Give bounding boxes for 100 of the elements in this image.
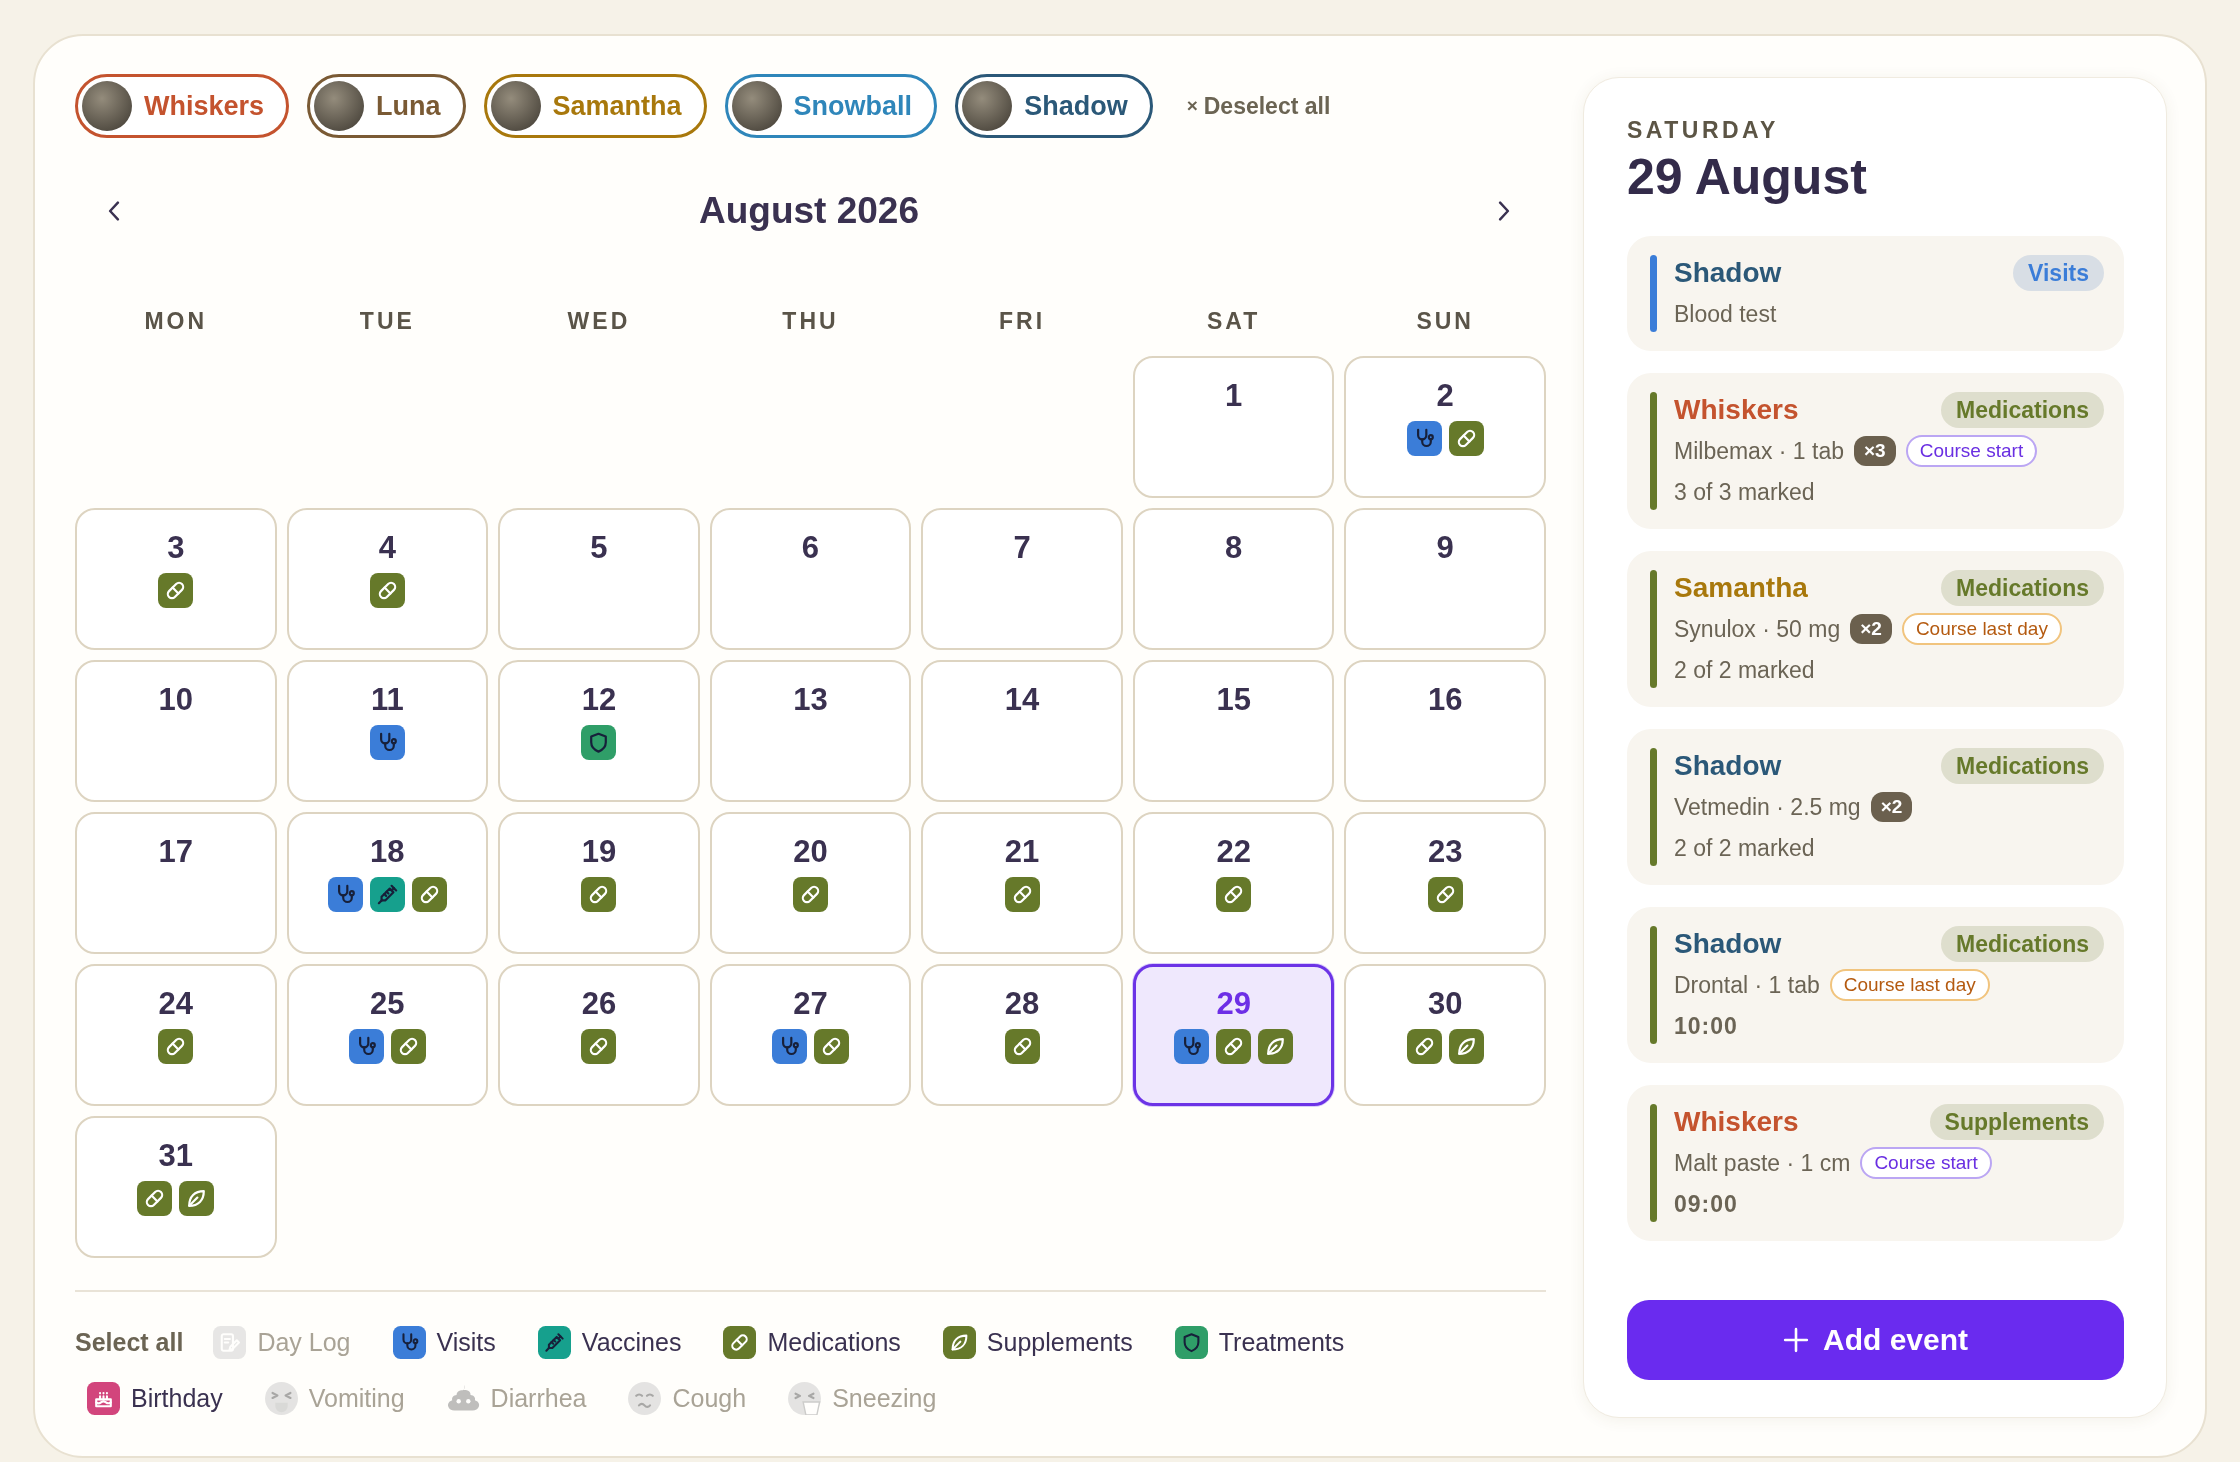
face-with-tissue-icon: [788, 1382, 822, 1415]
progress-text: 2 of 2 marked: [1674, 834, 1815, 863]
calendar-day[interactable]: 10: [75, 660, 277, 802]
calendar-day[interactable]: 14: [921, 660, 1123, 802]
pet-filter-chip[interactable]: Luna: [307, 74, 466, 138]
photo-placeholder: [490, 81, 541, 131]
category-tag: Supplements: [1929, 1104, 2104, 1140]
pill-icon: [1406, 1029, 1442, 1064]
calendar-day[interactable]: 13: [709, 660, 912, 802]
event-card[interactable]: Shadow Medications Vetmedin · 2.5 mg ×2 2 of 2 marked: [1627, 729, 2124, 885]
event-card[interactable]: Whiskers Medications Milbemax · 1 tab ×3 Course start 3 of 3 marked: [1627, 373, 2124, 529]
calendar-day[interactable]: 21: [921, 812, 1123, 954]
calendar-day[interactable]: 28: [921, 964, 1123, 1106]
calendar-day[interactable]: 7: [921, 508, 1123, 650]
calendar-day[interactable]: 8: [1132, 508, 1335, 650]
deselect-all-button[interactable]: × Deselect all: [1184, 86, 1333, 126]
chevron-right-icon: [1498, 201, 1510, 221]
weekday-heading: SATURDAY: [1627, 116, 1779, 144]
calendar-day[interactable]: 2: [1344, 356, 1546, 498]
calendar-day[interactable]: 6: [709, 508, 912, 650]
category-filter[interactable]: Treatments: [1162, 1320, 1357, 1365]
calendar-day[interactable]: 16: [1344, 660, 1546, 802]
category-filter[interactable]: Medications: [711, 1320, 913, 1365]
calendar-day[interactable]: 4: [286, 508, 489, 650]
course-status-tag: Course last day: [1901, 613, 2062, 645]
event-detail-text: Malt paste · 1 cm: [1674, 1149, 1851, 1177]
photo-placeholder: [962, 81, 1013, 131]
calendar-day[interactable]: 11: [286, 660, 489, 802]
wavy-mouth-face-icon: [628, 1382, 662, 1415]
course-status-tag: Course last day: [1829, 969, 1990, 1001]
calendar-day[interactable]: 15: [1132, 660, 1335, 802]
calendar-day[interactable]: 24: [75, 964, 277, 1106]
stethoscope-icon: [1406, 421, 1442, 456]
calendar-day[interactable]: 23: [1344, 812, 1546, 954]
category-tag: Medications: [1941, 392, 2104, 428]
weekday-label: WED: [567, 307, 631, 335]
pet-filter-chip[interactable]: Whiskers: [75, 74, 290, 138]
weekday-label: SAT: [1207, 307, 1261, 335]
pet-name: Shadow: [1674, 928, 1782, 960]
event-detail-text: Drontal · 1 tab: [1674, 971, 1820, 999]
category-filter[interactable]: Visits: [380, 1320, 508, 1365]
event-detail-text: Milbemax · 1 tab: [1674, 437, 1844, 465]
calendar-day[interactable]: 27: [709, 964, 912, 1106]
pet-name: Whiskers: [1674, 394, 1799, 426]
category-tag: Visits: [2013, 255, 2104, 291]
calendar-day[interactable]: 20: [709, 812, 912, 954]
event-card[interactable]: Shadow Visits Blood test: [1627, 236, 2124, 351]
dose-count-badge: ×2: [1850, 614, 1892, 644]
pill-icon: [814, 1029, 849, 1064]
category-tag: Medications: [1941, 570, 2104, 606]
pill-icon: [158, 1029, 194, 1064]
calendar-day[interactable]: 1: [1132, 356, 1335, 498]
category-filter[interactable]: Birthday: [75, 1376, 235, 1421]
calendar-day[interactable]: 25: [286, 964, 489, 1106]
add-event-button[interactable]: Add event: [1627, 1300, 2124, 1380]
pet-filter-chip[interactable]: Samantha: [483, 74, 707, 138]
plus-icon: [1783, 1327, 1809, 1353]
select-all-button[interactable]: Select all: [75, 1322, 184, 1363]
pill-icon: [581, 1029, 617, 1064]
pet-filter-chip[interactable]: Shadow: [955, 74, 1153, 138]
time-text: 10:00: [1674, 1012, 1738, 1041]
pet-filter-chip[interactable]: Snowball: [724, 74, 938, 138]
pet-name: Whiskers: [1674, 1106, 1799, 1138]
calendar-day[interactable]: 5: [498, 508, 700, 650]
shield-icon: [581, 725, 617, 760]
progress-text: 2 of 2 marked: [1674, 656, 1815, 685]
syringe-icon: [369, 877, 405, 912]
pill-icon: [390, 1029, 426, 1064]
calendar-day[interactable]: 18: [286, 812, 489, 954]
stethoscope-icon: [327, 877, 363, 912]
stethoscope-icon: [772, 1029, 807, 1064]
course-status-tag: Course start: [1905, 435, 2038, 467]
calendar-day[interactable]: 9: [1344, 508, 1546, 650]
event-detail-text: Synulox · 50 mg: [1674, 615, 1841, 643]
dose-count-badge: ×3: [1854, 436, 1896, 466]
stethoscope-icon: [369, 725, 405, 760]
calendar-day[interactable]: 3: [75, 508, 277, 650]
event-card[interactable]: Shadow Medications Drontal · 1 tab Course last day 10:00: [1627, 907, 2124, 1063]
pill-icon: [369, 573, 405, 608]
calendar-day[interactable]: 30: [1344, 964, 1546, 1106]
event-detail-text: Blood test: [1674, 300, 1777, 328]
calendar-day[interactable]: 19: [498, 812, 700, 954]
category-filter[interactable]: Vaccines: [525, 1320, 694, 1365]
event-detail-text: Vetmedin · 2.5 mg: [1674, 793, 1861, 821]
calendar-day[interactable]: 29: [1132, 964, 1335, 1106]
photo-placeholder: [82, 81, 132, 131]
photo-placeholder: [314, 81, 365, 131]
calendar-day[interactable]: 12: [498, 660, 700, 802]
stethoscope-icon: [1174, 1029, 1210, 1064]
calendar-day[interactable]: 26: [498, 964, 700, 1106]
weekday-label: MON: [144, 307, 208, 335]
event-card[interactable]: Samantha Medications Synulox · 50 mg ×2 Course last day 2 of 2 marked: [1627, 551, 2124, 707]
calendar-day[interactable]: 17: [75, 812, 277, 954]
pet-name: Samantha: [1674, 572, 1808, 604]
calendar-day[interactable]: 31: [75, 1116, 277, 1258]
progress-text: 3 of 3 marked: [1674, 478, 1815, 507]
calendar-day[interactable]: 22: [1132, 812, 1335, 954]
category-filter[interactable]: Supplements: [930, 1320, 1145, 1365]
event-card[interactable]: Whiskers Supplements Malt paste · 1 cm Course start 09:00: [1627, 1085, 2124, 1241]
pill-icon: [158, 573, 194, 608]
